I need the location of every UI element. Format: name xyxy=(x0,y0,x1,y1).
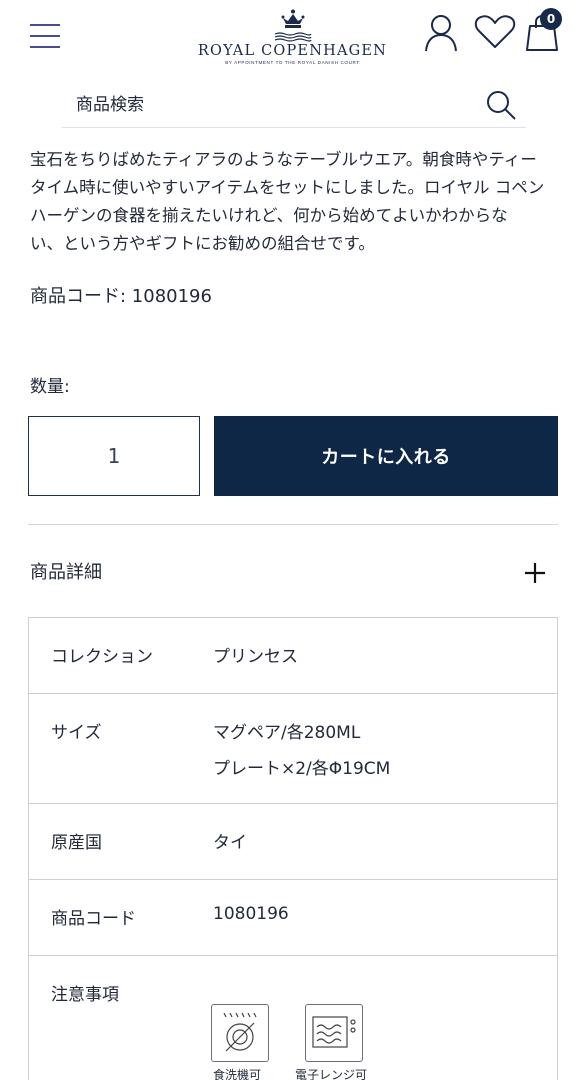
search-bar xyxy=(62,84,526,128)
crown-icon xyxy=(281,9,304,28)
spec-key: 注意事項 xyxy=(51,985,119,1005)
account-icon[interactable] xyxy=(424,14,458,52)
plus-icon[interactable] xyxy=(524,562,546,584)
menu-icon[interactable] xyxy=(30,22,62,52)
add-to-cart-button[interactable]: カートに入れる xyxy=(214,416,558,496)
product-details-table: コレクション プリンセス サイズ マグペア/各280ML プレート×2/各Φ19… xyxy=(28,617,558,1080)
table-row: 注意事項 食洗機可 電子レンジ可 xyxy=(29,956,557,1080)
brand-name: ROYAL COPENHAGEN xyxy=(197,43,388,59)
description-line: い、という方やギフトにお勧めの組合せです。 xyxy=(30,234,375,253)
spec-key: サイズ xyxy=(51,723,102,743)
divider xyxy=(28,524,558,525)
spec-value: プレート×2/各Φ19CM xyxy=(213,759,391,779)
table-row: コレクション プリンセス xyxy=(29,618,557,694)
site-header: ROYAL COPENHAGEN BY APPOINTMENT TO THE R… xyxy=(0,0,586,80)
search-input[interactable] xyxy=(76,90,456,120)
table-row: 商品コード 1080196 xyxy=(29,880,557,956)
product-page: ROYAL COPENHAGEN BY APPOINTMENT TO THE R… xyxy=(0,0,586,1080)
description-line: ハーゲンの食器を揃えたいけれど、何から始めてよいかわからな xyxy=(30,206,508,225)
microwave-safe-label: 電子レンジ可 xyxy=(295,1068,368,1080)
product-description: 宝石をちりばめたティアラのようなテーブルウエア。朝食時やティー タイム時に使いや… xyxy=(30,146,560,258)
spec-key: コレクション xyxy=(51,647,153,667)
logo-waves-icon xyxy=(274,32,312,42)
dishwasher-safe-label: 食洗機可 xyxy=(213,1068,262,1080)
spec-value: プリンセス xyxy=(213,647,298,667)
brand-tagline: BY APPOINTMENT TO THE ROYAL DANISH COURT xyxy=(225,60,360,65)
table-row: 原産国 タイ xyxy=(29,804,557,880)
microwave-safe-icon xyxy=(305,1004,363,1062)
dishwasher-safe-icon xyxy=(223,1012,257,1052)
spec-value: タイ xyxy=(213,833,247,853)
dishwasher-safe-icon xyxy=(211,1004,269,1062)
brand-logo[interactable]: ROYAL COPENHAGEN BY APPOINTMENT TO THE R… xyxy=(190,8,395,72)
wishlist-heart-icon[interactable] xyxy=(474,14,516,50)
quantity-label: 数量: xyxy=(30,377,70,397)
table-row: サイズ マグペア/各280ML プレート×2/各Φ19CM xyxy=(29,694,557,804)
product-details-title: 商品詳細 xyxy=(30,562,102,583)
spec-value: 1080196 xyxy=(213,904,289,924)
spec-value: マグペア/各280ML xyxy=(213,723,361,743)
search-icon[interactable] xyxy=(484,88,518,122)
product-code: 商品コード: 1080196 xyxy=(30,286,212,307)
description-line: 宝石をちりばめたティアラのようなテーブルウエア。朝食時やティー xyxy=(30,150,537,169)
description-line: タイム時に使いやすいアイテムをセットにしました。ロイヤル コペン xyxy=(30,178,545,197)
quantity-input[interactable]: 1 xyxy=(28,416,200,496)
spec-key: 原産国 xyxy=(51,833,102,853)
product-details-toggle[interactable]: 商品詳細 xyxy=(28,548,558,596)
spec-key: 商品コード xyxy=(51,909,136,929)
cart-count-badge[interactable]: 0 xyxy=(540,8,562,30)
microwave-safe-icon xyxy=(312,1016,356,1048)
